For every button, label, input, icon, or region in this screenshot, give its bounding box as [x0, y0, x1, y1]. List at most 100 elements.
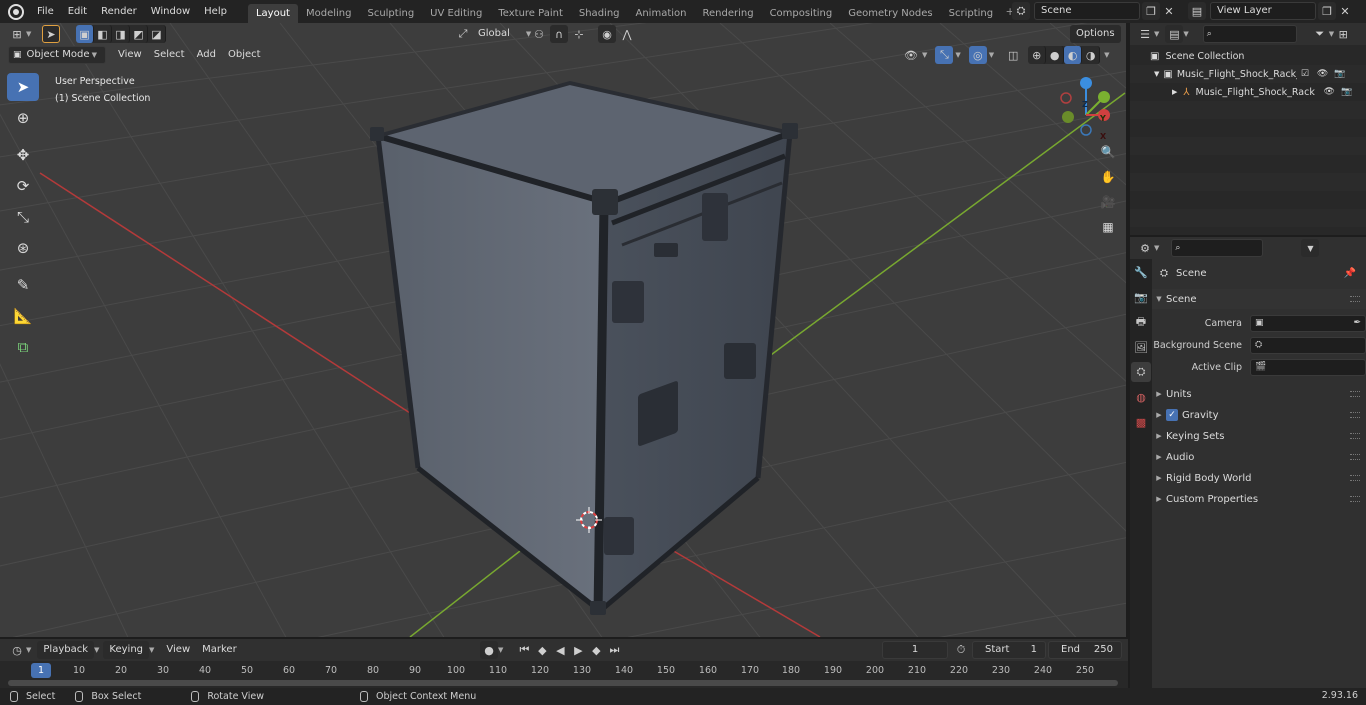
- pan-hand-icon[interactable]: ✋: [1097, 166, 1119, 188]
- tab-sculpting[interactable]: Sculpting: [359, 4, 422, 23]
- select-invert-icon[interactable]: ◩: [130, 25, 148, 43]
- timeline-scrollbar[interactable]: [8, 680, 1118, 686]
- 3d-viewport[interactable]: Z Y X ⊞ ▼ ➤ ▣ ◧ ◨ ◩ ◪ ⤢ Global ▼ ⚇ ∩ ⊹ ◉…: [0, 23, 1128, 637]
- material-shading-icon[interactable]: ◐: [1064, 46, 1083, 64]
- menu-keying[interactable]: Keying: [103, 641, 149, 659]
- panel-audio-header[interactable]: ▶ Audio: [1152, 447, 1366, 467]
- eye-icon[interactable]: 👁: [1317, 69, 1328, 79]
- rotate-tool-icon[interactable]: ⟳: [7, 172, 39, 200]
- panel-units-header[interactable]: ▶ Units: [1152, 384, 1366, 404]
- options-label[interactable]: Options: [1070, 25, 1121, 43]
- transform-orientation[interactable]: ⤢ Global ▼: [454, 25, 532, 43]
- expand-arrow-icon[interactable]: ▶: [1152, 390, 1166, 398]
- stopwatch-icon[interactable]: ⏱: [952, 641, 970, 659]
- scale-tool-icon[interactable]: ⤡: [7, 203, 39, 231]
- select-new-icon[interactable]: ▣: [76, 25, 94, 43]
- scene-name-field[interactable]: Scene: [1034, 2, 1140, 20]
- tab-shading[interactable]: Shading: [571, 4, 628, 23]
- eye-icon[interactable]: 👁: [1324, 87, 1335, 97]
- expand-arrow-icon[interactable]: ▶: [1152, 453, 1166, 461]
- menu-add[interactable]: Add: [191, 46, 222, 64]
- background-scene-field[interactable]: ⛭: [1250, 336, 1366, 354]
- menu-file[interactable]: File: [30, 0, 61, 23]
- editor-type-icon[interactable]: ⊞: [8, 25, 26, 43]
- render-properties-tab-icon[interactable]: 📷: [1131, 287, 1151, 307]
- display-mode-icon[interactable]: ▤: [1165, 25, 1184, 43]
- timeline-editor-type-icon[interactable]: ◷: [8, 641, 26, 659]
- outliner-editor-type-icon[interactable]: ☰: [1136, 25, 1154, 43]
- drag-grip-icon[interactable]: [1350, 391, 1360, 397]
- next-keyframe-icon[interactable]: ◆: [587, 641, 605, 659]
- select-extend-icon[interactable]: ◧: [94, 25, 112, 43]
- pin-icon[interactable]: 📌: [1344, 268, 1356, 279]
- record-icon[interactable]: ●: [480, 641, 498, 659]
- new-collection-icon[interactable]: ⊞: [1334, 25, 1352, 43]
- scene-icon[interactable]: ⛭: [1012, 2, 1030, 20]
- properties-search-input[interactable]: ⌕: [1171, 239, 1264, 257]
- outliner-row-scene-collection[interactable]: ▣ Scene Collection: [1130, 47, 1366, 65]
- blender-logo-icon[interactable]: [8, 3, 24, 20]
- checkbox-icon[interactable]: ☑: [1301, 69, 1309, 79]
- properties-editor-type-icon[interactable]: ⚙: [1136, 239, 1154, 257]
- prev-keyframe-icon[interactable]: ◆: [533, 641, 551, 659]
- mode-selector[interactable]: ▣ Object Mode ▼: [8, 46, 106, 64]
- gravity-checkbox[interactable]: ✓: [1166, 409, 1178, 421]
- copy-scene-icon[interactable]: ❐: [1142, 2, 1160, 20]
- panel-custom-properties-header[interactable]: ▶ Custom Properties: [1152, 489, 1366, 509]
- close-view-layer-icon[interactable]: ✕: [1336, 2, 1354, 20]
- viewport-canvas[interactable]: [0, 23, 1128, 637]
- menu-view[interactable]: View: [112, 46, 148, 64]
- drag-grip-icon[interactable]: [1350, 296, 1360, 302]
- end-frame-field[interactable]: End 250: [1048, 641, 1122, 659]
- menu-view[interactable]: View: [160, 641, 196, 659]
- output-properties-tab-icon[interactable]: 🖶: [1131, 312, 1151, 332]
- drag-grip-icon[interactable]: [1350, 475, 1360, 481]
- move-tool-icon[interactable]: ✥: [7, 141, 39, 169]
- perspective-toggle-icon[interactable]: ▦: [1097, 216, 1119, 238]
- outliner-search-input[interactable]: ⌕: [1202, 25, 1297, 43]
- close-scene-icon[interactable]: ✕: [1160, 2, 1178, 20]
- orientation-value[interactable]: Global: [472, 25, 516, 43]
- texture-properties-tab-icon[interactable]: ▩: [1131, 412, 1151, 432]
- properties-options-icon[interactable]: ▼: [1301, 239, 1320, 257]
- tab-animation[interactable]: Animation: [628, 4, 695, 23]
- menu-render[interactable]: Render: [94, 0, 144, 23]
- falloff-icon[interactable]: ⋀: [618, 25, 636, 43]
- drag-grip-icon[interactable]: [1350, 433, 1360, 439]
- expand-arrow-icon[interactable]: ▼: [1154, 70, 1159, 78]
- play-reverse-icon[interactable]: ◀: [551, 641, 569, 659]
- select-subtract-icon[interactable]: ◨: [112, 25, 130, 43]
- add-cube-tool-icon[interactable]: ⧉: [7, 333, 39, 361]
- tab-modeling[interactable]: Modeling: [298, 4, 360, 23]
- menu-marker[interactable]: Marker: [196, 641, 243, 659]
- jump-start-icon[interactable]: ⏮: [515, 641, 533, 659]
- view-layer-field[interactable]: View Layer: [1210, 2, 1316, 20]
- drag-grip-icon[interactable]: [1350, 496, 1360, 502]
- mode-field[interactable]: ▣ Object Mode ▼: [8, 46, 106, 64]
- expand-arrow-icon[interactable]: ▶: [1152, 411, 1166, 419]
- active-clip-field[interactable]: 🎬: [1250, 358, 1366, 376]
- zoom-icon[interactable]: 🔍: [1097, 141, 1119, 163]
- select-box-tool-icon[interactable]: ➤: [7, 73, 39, 101]
- expand-arrow-icon[interactable]: ▶: [1172, 88, 1177, 96]
- view-layer-properties-tab-icon[interactable]: 🖼: [1131, 337, 1151, 357]
- menu-select[interactable]: Select: [148, 46, 191, 64]
- camera-view-icon[interactable]: 🎥: [1097, 191, 1119, 213]
- tab-texture-paint[interactable]: Texture Paint: [490, 4, 571, 23]
- xray-toggle-icon[interactable]: ◫: [1004, 46, 1022, 64]
- expand-arrow-icon[interactable]: ▶: [1152, 474, 1166, 482]
- timeline-ruler[interactable]: 1 10 20 30 40 50 60 70 80 90 100 110 120…: [0, 661, 1128, 688]
- solid-shading-icon[interactable]: ●: [1046, 46, 1065, 64]
- rendered-shading-icon[interactable]: ◑: [1082, 46, 1101, 64]
- current-frame-field[interactable]: 1: [882, 641, 948, 659]
- drag-grip-icon[interactable]: [1350, 412, 1360, 418]
- pivot-icon[interactable]: ⚇: [530, 25, 548, 43]
- tweak-tool-icon[interactable]: ➤: [42, 25, 60, 43]
- select-intersect-icon[interactable]: ◪: [148, 25, 166, 43]
- collapse-arrow-icon[interactable]: ▼: [1152, 295, 1166, 303]
- menu-playback[interactable]: Playback: [37, 641, 95, 659]
- panel-rigid-body-header[interactable]: ▶ Rigid Body World: [1152, 468, 1366, 488]
- editor-type-selector[interactable]: ⊞ ▼: [8, 25, 31, 43]
- menu-window[interactable]: Window: [144, 0, 197, 23]
- tab-geometry-nodes[interactable]: Geometry Nodes: [840, 4, 940, 23]
